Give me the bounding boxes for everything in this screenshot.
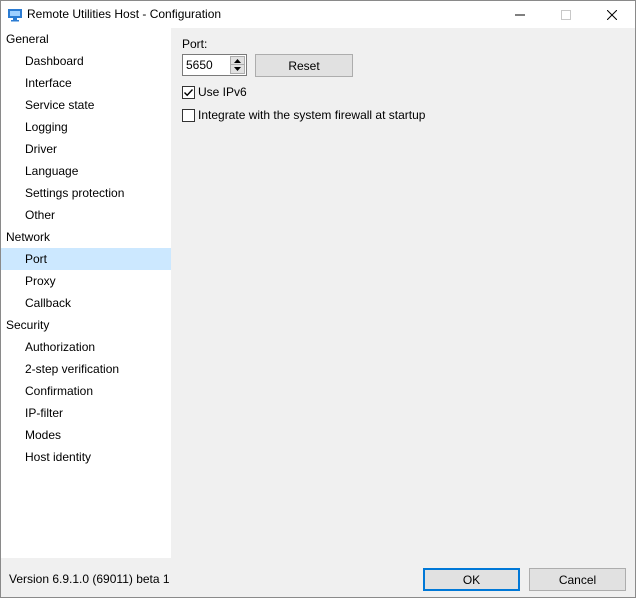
firewall-label: Integrate with the system firewall at st…	[198, 108, 426, 122]
minimize-icon	[515, 14, 525, 16]
port-label: Port:	[182, 37, 208, 51]
reset-button[interactable]: Reset	[255, 54, 353, 77]
tree-item-interface[interactable]: Interface	[1, 72, 171, 94]
use-ipv6-option[interactable]: Use IPv6	[182, 84, 247, 100]
minimize-button[interactable]	[497, 1, 543, 29]
spin-buttons	[230, 56, 245, 74]
tree-item-authorization[interactable]: Authorization	[1, 336, 171, 358]
port-spinbox[interactable]: 5650	[182, 54, 247, 76]
tree-item-logging[interactable]: Logging	[1, 116, 171, 138]
tree-item-confirmation[interactable]: Confirmation	[1, 380, 171, 402]
tree-item-callback[interactable]: Callback	[1, 292, 171, 314]
tree-item-proxy[interactable]: Proxy	[1, 270, 171, 292]
tree-item-settings-protection[interactable]: Settings protection	[1, 182, 171, 204]
port-settings-panel: Port: 5650 Reset Use IPv6 Integrate with…	[171, 28, 635, 558]
cancel-button[interactable]: Cancel	[529, 568, 626, 591]
tree-item-language[interactable]: Language	[1, 160, 171, 182]
monitor-icon	[8, 8, 22, 22]
dialog-footer: Version 6.9.1.0 (69011) beta 1 OK Cancel	[1, 558, 635, 597]
tree-group-security[interactable]: Security	[1, 314, 171, 336]
use-ipv6-label: Use IPv6	[198, 85, 247, 99]
maximize-icon	[561, 10, 571, 20]
use-ipv6-checkbox[interactable]	[182, 85, 195, 99]
checkmark-icon	[184, 88, 194, 96]
tree-item-driver[interactable]: Driver	[1, 138, 171, 160]
close-button[interactable]	[589, 1, 635, 29]
spin-down-button[interactable]	[230, 65, 245, 74]
tree-group-general[interactable]: General	[1, 28, 171, 50]
tree-group-network[interactable]: Network	[1, 226, 171, 248]
spin-up-button[interactable]	[230, 56, 245, 65]
firewall-option[interactable]: Integrate with the system firewall at st…	[182, 107, 425, 123]
tree-item-other[interactable]: Other	[1, 204, 171, 226]
ok-button[interactable]: OK	[423, 568, 520, 591]
tree-item-host-identity[interactable]: Host identity	[1, 446, 171, 468]
tree-item-port[interactable]: Port	[1, 248, 171, 270]
tree-item-service-state[interactable]: Service state	[1, 94, 171, 116]
tree-item-2-step-verification[interactable]: 2-step verification	[1, 358, 171, 380]
title-bar[interactable]: Remote Utilities Host - Configuration	[1, 1, 635, 29]
firewall-checkbox[interactable]	[182, 108, 195, 122]
configuration-window: Remote Utilities Host - Configuration Ge…	[0, 0, 636, 598]
maximize-button[interactable]	[543, 1, 589, 29]
tree-item-dashboard[interactable]: Dashboard	[1, 50, 171, 72]
tree-item-ip-filter[interactable]: IP-filter	[1, 402, 171, 424]
version-label: Version 6.9.1.0 (69011) beta 1	[9, 572, 170, 586]
arrow-down-icon	[234, 67, 241, 71]
arrow-up-icon	[234, 58, 241, 63]
window-title: Remote Utilities Host - Configuration	[27, 7, 222, 21]
port-input[interactable]: 5650	[186, 58, 213, 72]
close-icon	[607, 10, 617, 20]
tree-item-modes[interactable]: Modes	[1, 424, 171, 446]
settings-tree: General Dashboard Interface Service stat…	[1, 28, 171, 558]
